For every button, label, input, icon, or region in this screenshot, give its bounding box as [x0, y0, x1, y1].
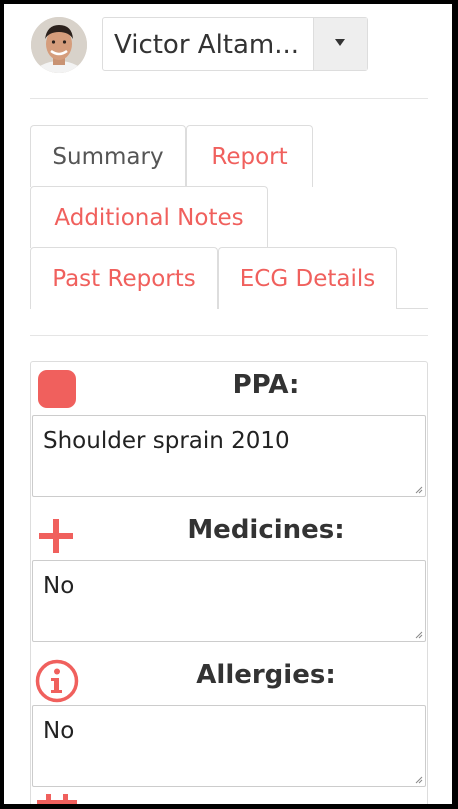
tab-summary[interactable]: Summary [30, 125, 186, 187]
allergies-title: Allergies: [196, 660, 336, 690]
medicines-value: No [43, 573, 75, 599]
ppa-value: Shoulder sprain 2010 [43, 428, 290, 454]
tab-report[interactable]: Report [186, 125, 313, 187]
app-frame: Victor Altam... Summary Report Additiona… [4, 4, 452, 804]
tab-past-reports[interactable]: Past Reports [30, 247, 218, 309]
ppa-field[interactable]: Shoulder sprain 2010 [32, 415, 426, 497]
tab-label: Past Reports [52, 265, 196, 292]
medicines-title: Medicines: [187, 515, 345, 545]
allergies-value: No [43, 718, 75, 744]
summary-panel: PPA: Shoulder sprain 2010 Medicines: No [30, 361, 428, 804]
dropdown-toggle[interactable] [313, 18, 367, 70]
divider [30, 98, 428, 99]
user-select-dropdown[interactable]: Victor Altam... [102, 17, 368, 71]
tab-label: Additional Notes [54, 204, 244, 231]
resize-grip-icon[interactable] [415, 486, 423, 494]
resize-grip-icon[interactable] [415, 631, 423, 639]
caret-down-icon [335, 39, 345, 46]
tab-additional-notes[interactable]: Additional Notes [30, 186, 268, 248]
tab-ecg-details[interactable]: ECG Details [218, 247, 397, 309]
tab-label: Summary [52, 143, 164, 170]
avatar[interactable] [31, 17, 87, 73]
user-name: Victor Altam... [114, 30, 300, 60]
calendar-icon [37, 794, 77, 804]
ppa-title: PPA: [232, 370, 300, 400]
tab-baseline [397, 308, 428, 309]
allergies-field[interactable]: No [32, 705, 426, 787]
tab-label: ECG Details [239, 265, 376, 292]
user-avatar-icon [31, 17, 87, 73]
divider [30, 335, 428, 336]
tab-label: Report [211, 143, 288, 170]
resize-grip-icon[interactable] [415, 776, 423, 784]
medicines-field[interactable]: No [32, 560, 426, 642]
